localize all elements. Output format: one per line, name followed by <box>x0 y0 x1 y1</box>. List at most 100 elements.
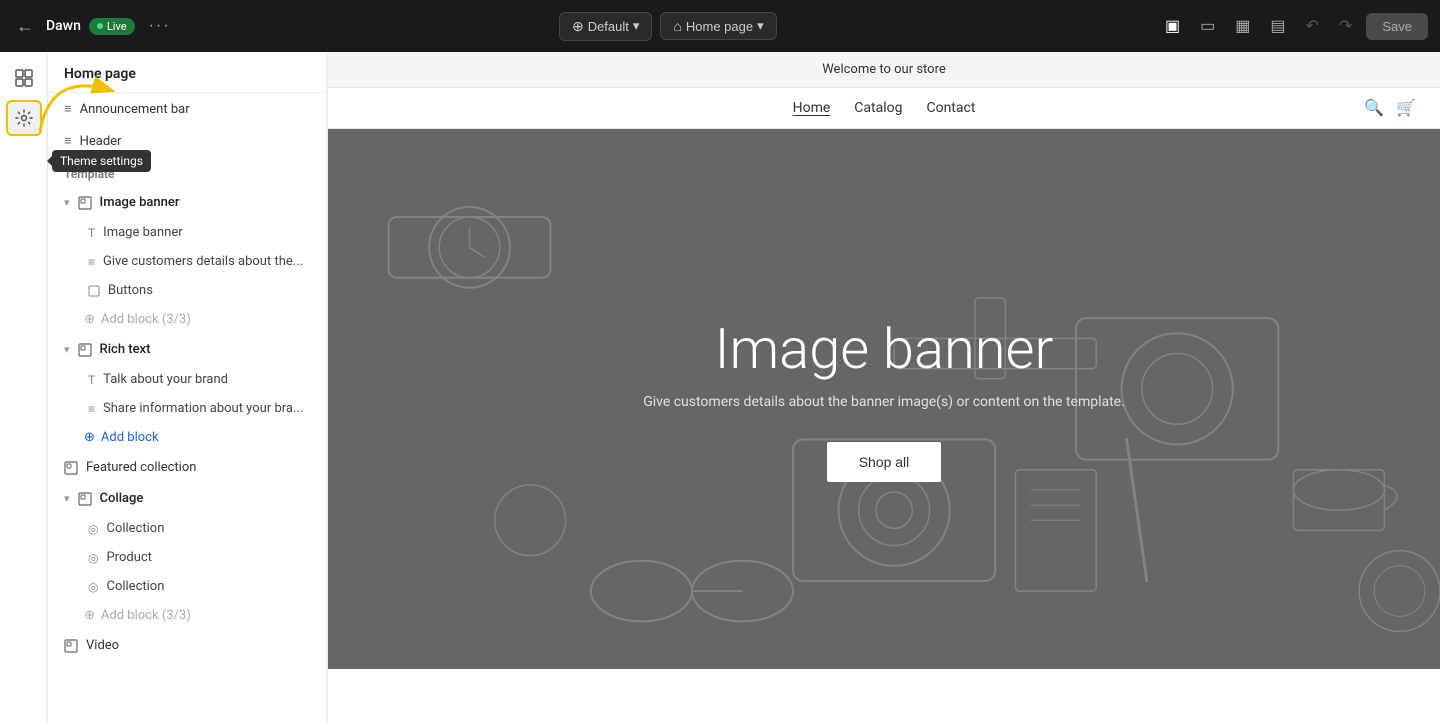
mobile-view-button[interactable]: ▦ <box>1229 12 1256 40</box>
rich-text-add-block-plus: ⊕ <box>84 430 95 445</box>
live-label: Live <box>107 20 127 33</box>
sidebar-icons: Theme settings <box>0 52 48 723</box>
sidebar-item-image-banner-heading[interactable]: T Image banner <box>48 218 327 247</box>
more-button[interactable]: ··· <box>143 13 177 39</box>
rich-text-add-block-label: Add block <box>101 430 159 445</box>
nav-link-catalog[interactable]: Catalog <box>854 100 902 116</box>
redo-button[interactable]: ↷ <box>1333 12 1358 40</box>
store-name: Dawn <box>46 18 81 34</box>
live-badge: Live <box>89 18 135 35</box>
announcement-bar-icon: ≡ <box>64 101 72 117</box>
collage-add-block-label: Add block (3/3) <box>101 608 191 623</box>
topbar-right: ▣ ▭ ▦ ▤ ↶ ↷ Save <box>1159 12 1428 40</box>
banner-title: Image banner <box>643 316 1125 382</box>
talk-brand-label: Talk about your brand <box>103 372 228 387</box>
tablet-view-button[interactable]: ▭ <box>1194 12 1221 40</box>
share-info-label: Share information about your bra... <box>103 401 303 416</box>
topbar: ← Dawn Live ··· ⊕ Default ▾ ⌂ Home page … <box>0 0 1440 52</box>
add-block-plus: ⊕ <box>84 312 95 327</box>
rich-text-icon <box>78 343 92 357</box>
sidebar-item-featured-collection[interactable]: Featured collection <box>48 452 327 483</box>
header-icon: ≡ <box>64 133 72 149</box>
image-banner-chevron: ▾ <box>64 196 70 209</box>
sidebar-item-image-banner-text[interactable]: ≡ Give customers details about the... <box>48 247 327 276</box>
image-banner-text-icon: ≡ <box>88 255 95 269</box>
sidebar-group-rich-text[interactable]: ▾ Rich text <box>48 334 327 365</box>
image-banner-label: Image banner <box>100 195 180 210</box>
template-label: Template <box>48 157 327 187</box>
collage-collection-1-label: Collection <box>106 521 164 536</box>
banner-subtitle: Give customers details about the banner … <box>643 394 1125 410</box>
panel-header: Home page <box>48 52 327 93</box>
theme-settings-icon-button[interactable] <box>6 100 42 136</box>
sidebar-group-collage[interactable]: ▾ Collage <box>48 483 327 514</box>
image-banner-text-label: Give customers details about the... <box>103 254 303 269</box>
cart-icon-button[interactable]: 🛒 <box>1396 98 1416 118</box>
collage-collection-2-icon: ◎ <box>88 580 98 594</box>
collage-add-block: ⊕ Add block (3/3) <box>48 601 327 630</box>
preview-inner: Welcome to our store Home Catalog Contac… <box>328 52 1440 723</box>
collage-product-icon: ◎ <box>88 551 98 565</box>
banner-content: Image banner Give customers details abou… <box>643 316 1125 482</box>
nav-link-home[interactable]: Home <box>793 100 831 116</box>
collage-product-label: Product <box>106 550 151 565</box>
nav-icons: 🔍 🛒 <box>1364 98 1416 118</box>
image-banner-add-block-label: Add block (3/3) <box>101 312 191 327</box>
back-button[interactable]: ← <box>12 12 38 41</box>
page-chevron: ▾ <box>757 18 764 34</box>
sidebar-item-collage-collection-1[interactable]: ◎ Collection <box>48 514 327 543</box>
sidebar-item-collage-product[interactable]: ◎ Product <box>48 543 327 572</box>
announcement-text: Welcome to our store <box>822 62 946 77</box>
image-banner-heading-label: Image banner <box>103 225 182 240</box>
sidebar-group-image-banner[interactable]: ▾ Image banner <box>48 187 327 218</box>
rich-text-add-block[interactable]: ⊕ Add block <box>48 423 327 452</box>
image-banner-buttons-icon <box>88 285 100 297</box>
collage-collection-2-label: Collection <box>106 579 164 594</box>
image-banner-preview: Image banner Give customers details abou… <box>328 129 1440 669</box>
page-selector[interactable]: ⌂ Home page ▾ <box>660 12 776 40</box>
collage-icon <box>78 492 92 506</box>
collage-label: Collage <box>100 491 144 506</box>
image-banner-buttons-label: Buttons <box>108 283 153 298</box>
main-layout: Theme settings Home page ≡ Announcement … <box>0 52 1440 723</box>
video-icon <box>64 639 78 653</box>
preset-label: Default <box>588 19 629 34</box>
collage-collection-1-icon: ◎ <box>88 522 98 536</box>
sidebar-item-collage-collection-2[interactable]: ◎ Collection <box>48 572 327 601</box>
preview-area: Welcome to our store Home Catalog Contac… <box>328 52 1440 723</box>
collage-add-block-plus: ⊕ <box>84 608 95 623</box>
sidebar-item-header[interactable]: ≡ Header <box>48 125 327 157</box>
responsive-view-button[interactable]: ▤ <box>1264 12 1291 40</box>
sidebar-item-talk-about-brand[interactable]: T Talk about your brand <box>48 365 327 394</box>
collage-chevron: ▾ <box>64 492 70 505</box>
undo-button[interactable]: ↶ <box>1300 12 1325 40</box>
live-dot <box>97 23 103 29</box>
image-banner-heading-icon: T <box>88 226 95 240</box>
banner-cta-button[interactable]: Shop all <box>827 442 942 482</box>
image-banner-icon <box>78 196 92 210</box>
sidebar-item-share-info[interactable]: ≡ Share information about your bra... <box>48 394 327 423</box>
topbar-center: ⊕ Default ▾ ⌂ Home page ▾ <box>185 12 1151 41</box>
store-nav: Home Catalog Contact 🔍 🛒 <box>328 88 1440 129</box>
search-icon-button[interactable]: 🔍 <box>1364 98 1384 118</box>
sidebar-panel: Home page ≡ Announcement bar ≡ Header Te… <box>48 52 328 723</box>
share-info-icon: ≡ <box>88 402 95 416</box>
sections-icon-button[interactable] <box>6 60 42 96</box>
sidebar-item-video[interactable]: Video <box>48 630 327 661</box>
store-announcement: Welcome to our store <box>328 52 1440 88</box>
video-label: Video <box>86 638 119 653</box>
page-label: Home page <box>686 19 753 34</box>
nav-link-contact[interactable]: Contact <box>926 100 975 116</box>
sidebar-item-announcement-bar[interactable]: ≡ Announcement bar <box>48 93 327 125</box>
desktop-view-button[interactable]: ▣ <box>1159 12 1186 40</box>
header-label: Header <box>80 134 122 149</box>
preset-selector[interactable]: ⊕ Default ▾ <box>559 12 652 41</box>
topbar-left: ← Dawn Live ··· <box>12 12 177 41</box>
announcement-bar-label: Announcement bar <box>80 102 190 117</box>
talk-brand-icon: T <box>88 373 95 387</box>
gear-icon <box>15 109 33 127</box>
save-button[interactable]: Save <box>1366 13 1428 40</box>
sidebar-item-image-banner-buttons[interactable]: Buttons <box>48 276 327 305</box>
featured-collection-icon <box>64 461 78 475</box>
rich-text-chevron: ▾ <box>64 343 70 356</box>
